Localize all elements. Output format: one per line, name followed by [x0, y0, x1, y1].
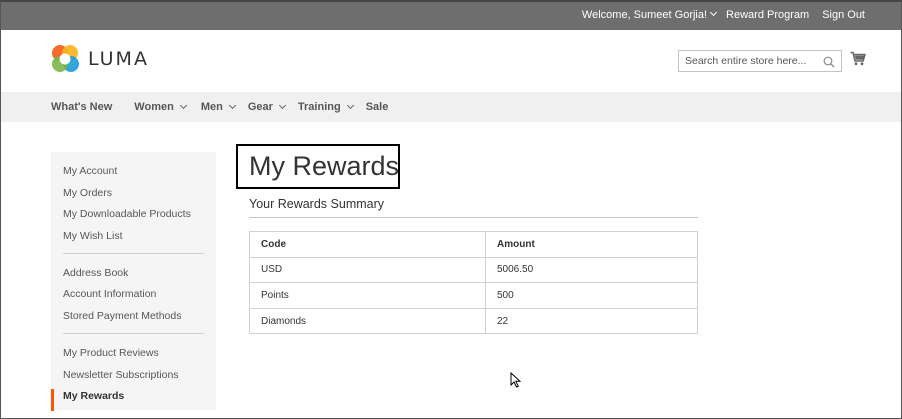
nav-label: Gear	[247, 101, 273, 113]
welcome-dropdown[interactable]: Welcome, Sumeet Gorjia!	[581, 8, 718, 21]
cell-code: Points	[249, 282, 486, 309]
cell-code: USD	[249, 256, 486, 284]
table-row: Points 500	[249, 282, 698, 309]
main-nav: What's New Women Men Gear Training Sale	[1, 92, 901, 122]
mouse-cursor-icon	[510, 371, 522, 393]
sidebar-item-stored-payment-methods[interactable]: Stored Payment Methods	[51, 309, 216, 331]
column-header-amount: Amount	[485, 231, 698, 258]
logo-text: LUMA	[88, 48, 149, 70]
nav-item-sale[interactable]: Sale	[366, 101, 389, 113]
nav-item-training[interactable]: Training	[297, 101, 354, 113]
welcome-text: Welcome, Sumeet Gorjia!	[581, 9, 708, 21]
search-box	[678, 50, 842, 72]
nav-label: What's New	[51, 101, 113, 113]
chevron-down-icon	[710, 8, 718, 17]
chevron-down-icon	[179, 101, 187, 109]
sidebar-item-downloadable-products[interactable]: My Downloadable Products	[51, 207, 216, 229]
sidebar-item-my-account[interactable]: My Account	[51, 164, 216, 186]
logo[interactable]: LUMA	[51, 43, 149, 75]
table-header-row: Code Amount	[249, 231, 698, 258]
sidebar-divider	[63, 332, 204, 334]
heading-divider	[249, 217, 698, 218]
cell-amount: 5006.50	[485, 256, 698, 284]
top-bar: Welcome, Sumeet Gorjia! Reward Program S…	[1, 2, 901, 30]
chevron-down-icon	[228, 101, 236, 109]
search-input[interactable]	[679, 51, 814, 71]
top-links: Welcome, Sumeet Gorjia! Reward Program S…	[581, 8, 865, 21]
chevron-down-icon	[346, 101, 354, 109]
nav-label: Sale	[365, 101, 389, 113]
rewards-table: Code Amount USD 5006.50 Points 500 Diamo…	[249, 231, 698, 335]
nav-item-gear[interactable]: Gear	[247, 101, 286, 113]
nav-label: Training	[297, 101, 341, 113]
sidebar-divider	[63, 252, 204, 254]
nav-label: Women	[134, 101, 174, 113]
account-sidebar: My Account My Orders My Downloadable Pro…	[51, 152, 216, 411]
sidebar-item-my-orders[interactable]: My Orders	[51, 186, 216, 208]
luma-logo-icon	[52, 45, 79, 72]
nav-item-women[interactable]: Women	[134, 101, 187, 113]
table-row: Diamonds 22	[249, 307, 698, 335]
cell-amount: 500	[485, 282, 698, 309]
sidebar-item-product-reviews[interactable]: My Product Reviews	[51, 346, 216, 368]
reward-program-link[interactable]: Reward Program	[726, 9, 809, 21]
sidebar-item-my-rewards[interactable]: My Rewards	[51, 389, 216, 411]
page-title: My Rewards	[249, 151, 400, 181]
rewards-summary-heading: Your Rewards Summary	[249, 197, 385, 211]
cart-icon[interactable]	[850, 51, 866, 71]
nav-item-men[interactable]: Men	[200, 101, 236, 113]
search-icon[interactable]	[823, 55, 835, 73]
header: LUMA	[1, 30, 901, 92]
sidebar-item-address-book[interactable]: Address Book	[51, 266, 216, 288]
chevron-down-icon	[278, 101, 286, 109]
sign-out-link[interactable]: Sign Out	[822, 9, 865, 21]
cell-amount: 22	[485, 307, 698, 335]
sidebar-item-wish-list[interactable]: My Wish List	[51, 229, 216, 251]
nav-label: Men	[200, 101, 223, 113]
nav-item-whats-new[interactable]: What's New	[51, 101, 112, 113]
cell-code: Diamonds	[249, 307, 486, 335]
page-frame: Welcome, Sumeet Gorjia! Reward Program S…	[0, 0, 902, 419]
sidebar-item-account-information[interactable]: Account Information	[51, 287, 216, 309]
sidebar-item-newsletter-subscriptions[interactable]: Newsletter Subscriptions	[51, 368, 216, 390]
table-row: USD 5006.50	[249, 256, 698, 284]
column-header-code: Code	[249, 231, 486, 258]
